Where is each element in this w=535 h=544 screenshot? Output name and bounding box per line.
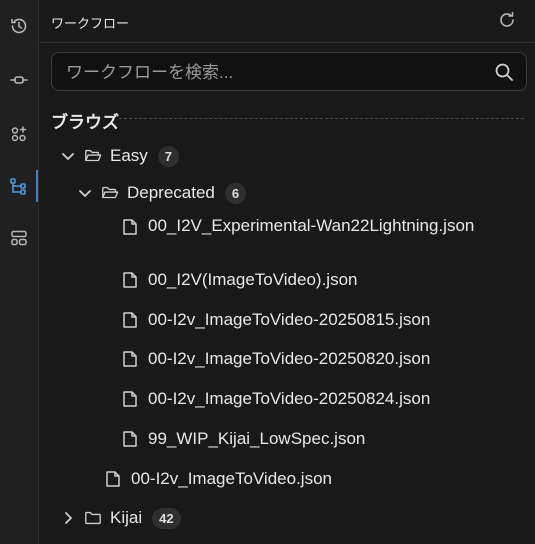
count-badge: 7 [157, 145, 180, 167]
workflow-file-item[interactable]: 00-I2v_ImageToVideo-20250815.json [122, 307, 430, 333]
section-divider [119, 118, 524, 119]
folder-kijai[interactable]: Kijai 42 [60, 505, 181, 531]
node-icon [10, 76, 28, 84]
model-library-button[interactable] [0, 118, 38, 150]
file-icon [123, 272, 137, 288]
count-badge: 6 [224, 182, 247, 204]
folder-icon [85, 511, 101, 525]
search-box [51, 52, 527, 92]
file-label: 00-I2v_ImageToVideo-20250824.json [148, 389, 431, 408]
panel-header: ワークフロー [39, 0, 535, 43]
workflows-button[interactable] [0, 170, 38, 202]
folder-label: Easy [110, 146, 148, 165]
file-icon [123, 351, 137, 367]
workflow-file-item[interactable]: 99_WIP_Kijai_LowSpec.json [122, 426, 365, 452]
templates-icon [11, 230, 27, 246]
file-icon [123, 219, 137, 235]
file-label: 00-I2v_ImageToVideo-20250820.json [148, 349, 431, 368]
history-icon [11, 18, 27, 34]
chevron-right-icon[interactable] [60, 510, 76, 526]
workflow-file-item[interactable]: 00_I2V_Experimental-Wan22Lightning.json [122, 216, 488, 262]
file-icon [123, 391, 137, 407]
workflow-file-item[interactable]: 00-I2v_ImageToVideo.json [105, 466, 332, 492]
folder-open-icon [85, 149, 102, 162]
workflow-file-item[interactable]: 00_I2V(ImageToVideo).json [122, 267, 358, 293]
search-icon[interactable] [494, 62, 514, 82]
file-icon [123, 431, 137, 447]
refresh-icon[interactable] [497, 10, 517, 30]
search-input[interactable] [64, 53, 488, 92]
workflows-panel: ワークフロー ブラウズ Easy 7 Deprecated 6 00_I2V_E… [39, 0, 535, 544]
file-label: 99_WIP_Kijai_LowSpec.json [148, 429, 366, 448]
folder-label: Kijai [110, 508, 143, 527]
history-button[interactable] [0, 10, 38, 42]
activity-rail [0, 0, 39, 544]
folder-easy[interactable]: Easy 7 [60, 143, 180, 169]
file-label: 00-I2v_ImageToVideo.json [131, 469, 332, 488]
workflow-file-item[interactable]: 00-I2v_ImageToVideo-20250820.json [122, 346, 430, 372]
folder-deprecated[interactable]: Deprecated 6 [77, 180, 247, 206]
chevron-down-icon[interactable] [60, 148, 76, 164]
file-label: 00_I2V_Experimental-Wan22Lightning.json [148, 216, 475, 235]
browse-section-label: ブラウズ [51, 113, 119, 132]
templates-button[interactable] [0, 222, 38, 254]
workflow-icon [10, 178, 26, 195]
count-badge: 42 [152, 507, 181, 529]
file-label: 00-I2v_ImageToVideo-20250815.json [148, 310, 431, 329]
node-library-button[interactable] [0, 64, 38, 96]
folder-label: Deprecated [127, 183, 215, 202]
file-label: 00_I2V(ImageToVideo).json [148, 270, 358, 289]
file-icon [106, 471, 120, 487]
workflow-file-item[interactable]: 00-I2v_ImageToVideo-20250824.json [122, 386, 430, 412]
models-icon [11, 126, 27, 142]
folder-open-icon [102, 186, 119, 199]
chevron-down-icon[interactable] [77, 185, 93, 201]
panel-title: ワークフロー [51, 16, 130, 31]
file-icon [123, 312, 137, 328]
